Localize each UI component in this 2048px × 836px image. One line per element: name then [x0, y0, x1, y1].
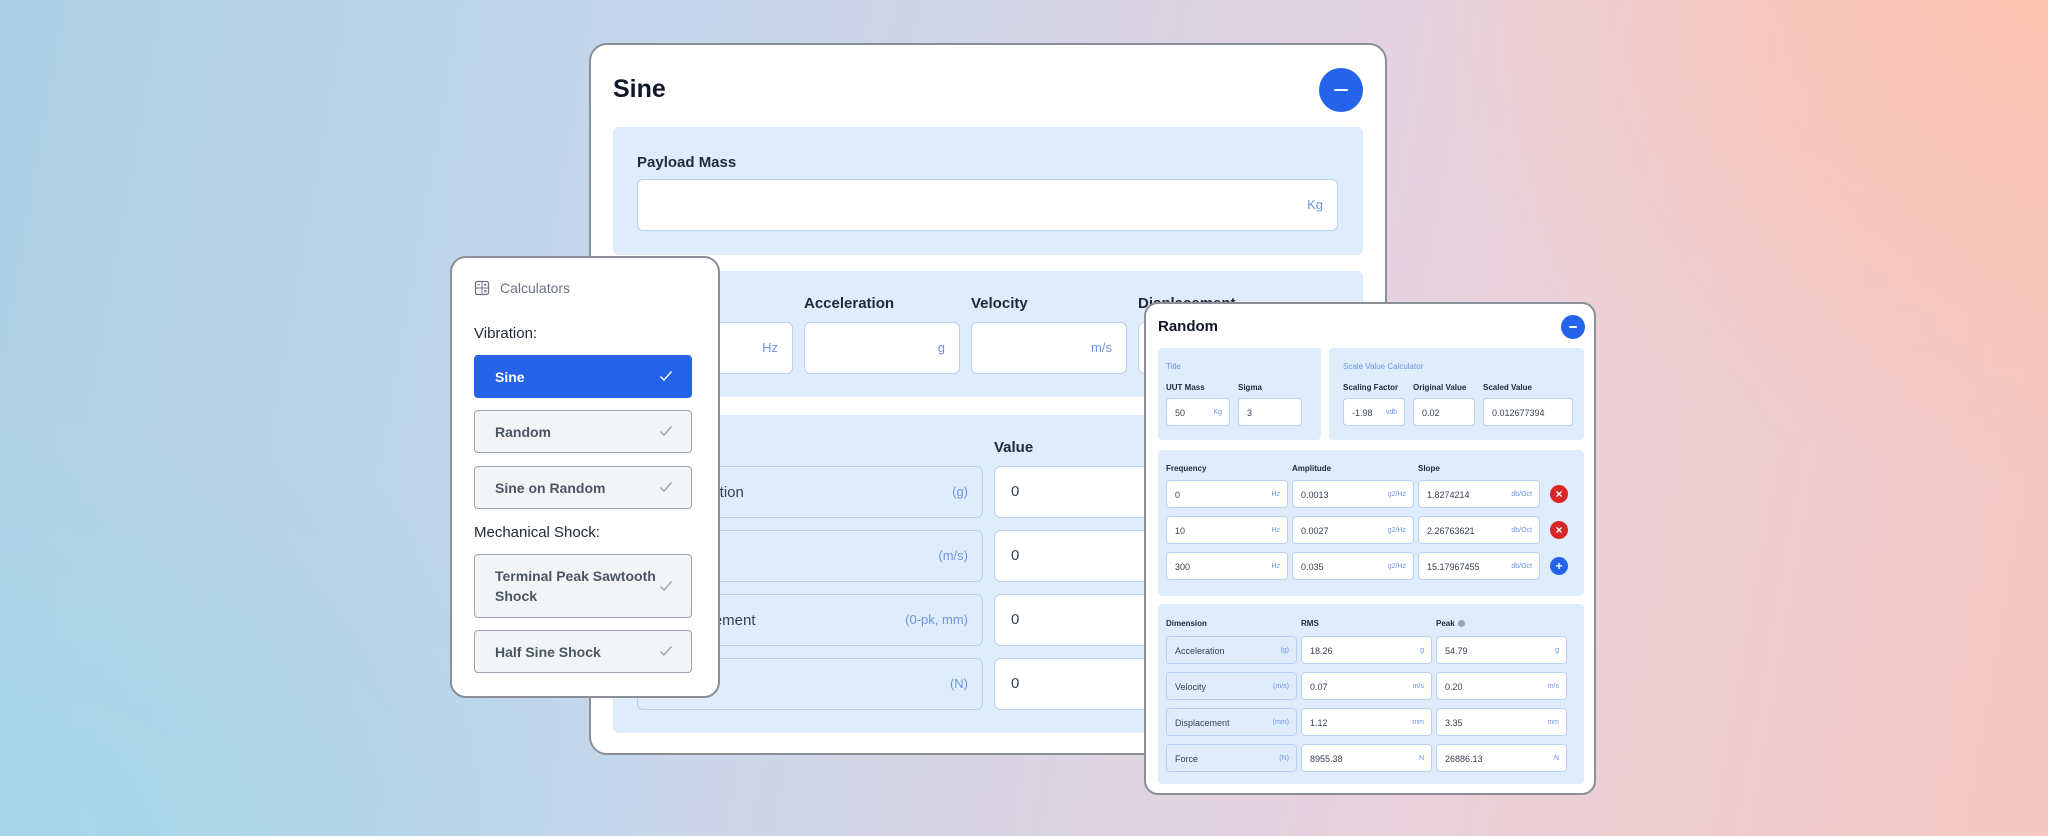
vibration-section-label: Vibration:: [474, 325, 538, 342]
menu-item-sine[interactable]: Sine: [474, 355, 692, 398]
acceleration-label: Acceleration: [804, 295, 895, 312]
calculators-menu-card: Calculators Vibration: Sine Random Sine …: [450, 256, 720, 698]
amplitude-input[interactable]: 0.035 g2/Hz: [1292, 552, 1414, 580]
peak-column-header: Peak: [1436, 619, 1465, 628]
title-section-panel: Title UUT Mass 50 Kg Sigma 3: [1158, 348, 1321, 440]
menu-item-random[interactable]: Random: [474, 410, 692, 453]
menu-item-terminal-peak-sawtooth-shock[interactable]: Terminal Peak Sawtooth Shock: [474, 554, 692, 618]
scale-section-heading: Scale Value Calculator: [1343, 362, 1424, 371]
frequency-input[interactable]: 10 Hz: [1166, 516, 1288, 544]
scale-value-calculator-panel: Scale Value Calculator Scaling Factor -1…: [1329, 348, 1584, 440]
dimension-column-header: Dimension: [1166, 619, 1207, 628]
calculator-icon: [474, 280, 490, 296]
uut-mass-input[interactable]: 50 Kg: [1166, 398, 1230, 426]
sigma-label: Sigma: [1238, 383, 1263, 392]
amplitude-column-header: Amplitude: [1292, 464, 1332, 473]
sine-collapse-button[interactable]: [1319, 68, 1363, 112]
uut-mass-label: UUT Mass: [1166, 383, 1205, 392]
scaling-factor-input[interactable]: -1.98 vdb: [1343, 398, 1405, 426]
acceleration-input[interactable]: g: [804, 322, 960, 374]
acceleration-unit: g: [937, 340, 945, 355]
dimension-row-displacement: Displacement (mm): [1166, 708, 1297, 736]
dimension-row-acceleration: Acceleration (g): [1166, 636, 1297, 664]
value-column-header: Value: [994, 439, 1034, 456]
remove-row-button[interactable]: ×: [1550, 521, 1568, 539]
slope-output: 2.26763621 db/Oct: [1418, 516, 1540, 544]
calculators-title: Calculators: [500, 280, 571, 296]
slope-output: 1.8274214 db/Oct: [1418, 480, 1540, 508]
sigma-input[interactable]: 3: [1238, 398, 1302, 426]
dimension-row-velocity: Velocity (m/s): [1166, 672, 1297, 700]
check-icon: [660, 371, 673, 382]
peak-value: 54.79 g: [1436, 636, 1567, 664]
add-row-button[interactable]: +: [1550, 557, 1568, 575]
rms-value: 18.26 g: [1301, 636, 1432, 664]
close-icon: ×: [1555, 523, 1563, 537]
minus-icon: [1334, 89, 1348, 91]
title-section-heading: Title: [1166, 362, 1181, 371]
dimensions-panel: Dimension RMS Peak Acceleration (g) 18.2…: [1158, 604, 1584, 784]
frequency-unit: Hz: [762, 340, 778, 355]
spectrum-panel: Frequency Amplitude Slope 0 Hz 0.0013 g2…: [1158, 450, 1584, 596]
frequency-input[interactable]: 300 Hz: [1166, 552, 1288, 580]
plus-icon: +: [1555, 559, 1563, 573]
rms-column-header: RMS: [1301, 619, 1319, 628]
original-value-label: Original Value: [1413, 383, 1467, 392]
check-icon: [660, 581, 673, 592]
payload-mass-unit: Kg: [1307, 197, 1323, 212]
rms-value: 8955.38 N: [1301, 744, 1432, 772]
random-title: Random: [1158, 318, 1218, 335]
slope-output: 15.17967455 db/Oct: [1418, 552, 1540, 580]
rms-value: 1.12 mm: [1301, 708, 1432, 736]
frequency-column-header: Frequency: [1166, 464, 1207, 473]
dimension-row-force: Force (N): [1166, 744, 1297, 772]
frequency-input[interactable]: 0 Hz: [1166, 480, 1288, 508]
minus-icon: [1569, 326, 1577, 328]
calculators-header: Calculators: [474, 280, 570, 296]
check-icon: [660, 426, 673, 437]
remove-row-button[interactable]: ×: [1550, 485, 1568, 503]
info-icon: [1457, 620, 1465, 628]
amplitude-input[interactable]: 0.0013 g2/Hz: [1292, 480, 1414, 508]
peak-value: 0.20 m/s: [1436, 672, 1567, 700]
slope-column-header: Slope: [1418, 464, 1440, 473]
scaled-value-output: 0.012677394: [1483, 398, 1573, 426]
random-collapse-button[interactable]: [1561, 315, 1585, 339]
rms-value: 0.07 m/s: [1301, 672, 1432, 700]
menu-item-sine-on-random[interactable]: Sine on Random: [474, 466, 692, 509]
velocity-label: Velocity: [971, 295, 1028, 312]
sine-title: Sine: [613, 75, 666, 103]
payload-mass-label: Payload Mass: [637, 154, 737, 171]
payload-mass-panel: Payload Mass Kg: [613, 127, 1363, 255]
menu-item-half-sine-shock[interactable]: Half Sine Shock: [474, 630, 692, 673]
velocity-unit: m/s: [1091, 340, 1112, 355]
scaling-factor-label: Scaling Factor: [1343, 383, 1399, 392]
amplitude-input[interactable]: 0.0027 g2/Hz: [1292, 516, 1414, 544]
check-icon: [660, 482, 673, 493]
peak-value: 3.35 mm: [1436, 708, 1567, 736]
check-icon: [660, 646, 673, 657]
velocity-input[interactable]: m/s: [971, 322, 1127, 374]
scaled-value-label: Scaled Value: [1483, 383, 1532, 392]
original-value-input[interactable]: 0.02: [1413, 398, 1475, 426]
peak-value: 26886.13 N: [1436, 744, 1567, 772]
payload-mass-input[interactable]: Kg: [637, 179, 1338, 231]
close-icon: ×: [1555, 487, 1563, 501]
mechanical-shock-section-label: Mechanical Shock:: [474, 524, 600, 541]
random-calculator-card: Random Title UUT Mass 50 Kg Sigma 3 Scal…: [1144, 302, 1596, 795]
